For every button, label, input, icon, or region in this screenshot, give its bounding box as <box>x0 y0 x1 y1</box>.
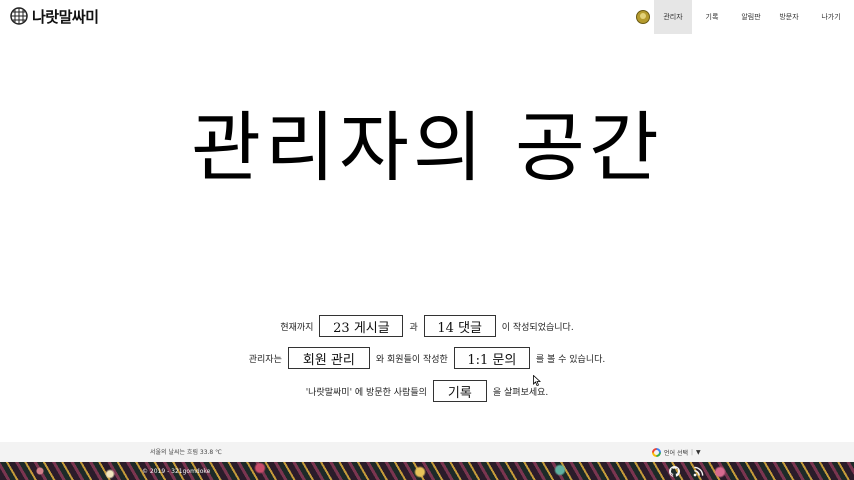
member-management-button[interactable]: 회원 관리 <box>287 347 370 369</box>
line2-prefix: 관리자는 <box>248 354 282 365</box>
weather-text: 서울의 날씨는 흐림 33.8 ℃ <box>150 449 222 456</box>
brand-link[interactable]: 나랏말싸미 <box>10 6 99 26</box>
info-line-admin: 관리자는 회원 관리 와 회원들이 작성한 1:1 문의 를 볼 수 있습니다. <box>0 347 854 369</box>
inquiry-button[interactable]: 1:1 문의 <box>453 347 530 369</box>
google-icon <box>652 447 661 457</box>
nav-item-visitors[interactable]: 방문자 <box>770 0 808 34</box>
page-title: 관리자의 공간 <box>191 103 663 192</box>
copyright-text: © 2019 - 321gomdoke <box>142 468 211 475</box>
language-select[interactable]: 언어 선택 | ▼ <box>652 446 701 458</box>
blog-icon[interactable] <box>692 465 704 477</box>
footer-decoration: © 2019 - 321gomdoke <box>0 462 854 480</box>
nav-item-board[interactable]: 알림판 <box>732 0 770 34</box>
comments-button[interactable]: 14 댓글 <box>423 315 496 337</box>
chevron-down-icon: ▼ <box>696 448 701 456</box>
line1-prefix: 현재까지 <box>280 322 314 333</box>
github-icon[interactable] <box>668 465 680 477</box>
header: 나랏말싸미 관리자 기록 알림판 방문자 나가기 <box>0 0 854 34</box>
records-button[interactable]: 기록 <box>432 380 487 402</box>
footer-bar: 서울의 날씨는 흐림 33.8 ℃ 언어 선택 | ▼ <box>0 442 854 462</box>
globe-logo-icon <box>10 7 28 25</box>
language-select-label: 언어 선택 <box>664 449 688 457</box>
mouse-cursor-icon <box>533 375 541 386</box>
nav-item-admin[interactable]: 관리자 <box>654 0 692 34</box>
posts-button[interactable]: 23 게시글 <box>319 315 404 337</box>
line2-connector: 와 회원들이 작성한 <box>375 354 448 365</box>
nav-item-logout[interactable]: 나가기 <box>808 0 854 34</box>
line2-suffix: 를 볼 수 있습니다. <box>535 354 606 365</box>
nav-item-records[interactable]: 기록 <box>692 0 732 34</box>
top-nav: 관리자 기록 알림판 방문자 나가기 <box>636 0 854 34</box>
line3-prefix: '나랏말싸미' 에 방문한 사람들의 <box>305 387 427 398</box>
line1-suffix: 이 작성되었습니다. <box>501 322 574 333</box>
info-line-posts: 현재까지 23 게시글 과 14 댓글 이 작성되었습니다. <box>0 315 854 337</box>
info-line-records: '나랏말싸미' 에 방문한 사람들의 기록 을 살펴보세요. <box>0 380 854 402</box>
line3-suffix: 을 살펴보세요. <box>492 387 549 398</box>
line1-connector: 과 <box>409 322 418 333</box>
brand-name: 나랏말싸미 <box>32 7 99 26</box>
user-avatar[interactable] <box>636 10 650 24</box>
